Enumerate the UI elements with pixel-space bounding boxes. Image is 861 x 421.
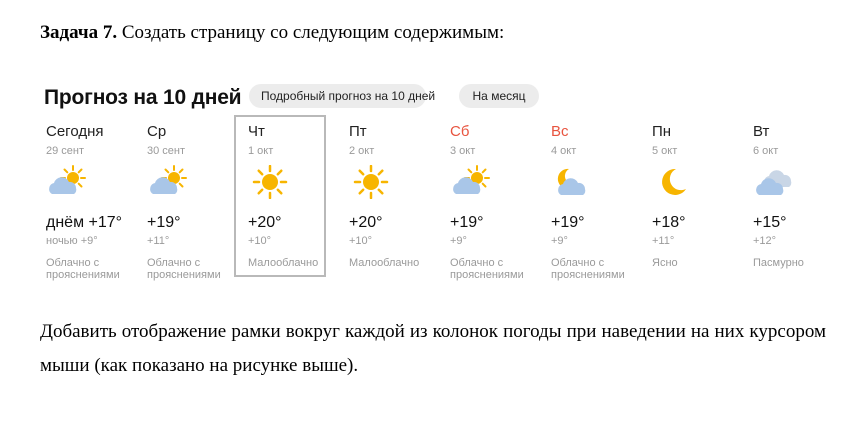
night-temperature: +9° [551, 235, 568, 247]
detailed-forecast-button[interactable]: Подробный прогноз на 10 дней [249, 84, 435, 108]
night-temperature: +10° [248, 235, 272, 247]
day-column[interactable]: Вс 4 окт +19° +9° Облачно с прояснениями [537, 115, 629, 281]
day-name: Вс [551, 123, 569, 140]
overcast-icon [753, 165, 797, 199]
day-column[interactable]: Сб 3 окт +19° +9° Облачно с прояснениями [436, 115, 528, 281]
condition-text: Облачно с прояснениями [46, 257, 120, 281]
night-temperature: +12° [753, 235, 777, 247]
day-date: 29 сент [46, 145, 85, 157]
day-date: 4 окт [551, 145, 577, 157]
day-temperature: +19° [551, 214, 585, 231]
moon-cloud-icon [551, 165, 595, 199]
month-button[interactable]: На месяц [459, 84, 539, 108]
day-temperature: днём +17° [46, 214, 123, 231]
forecast-widget: Прогноз на 10 дней Подробный прогноз на … [44, 82, 834, 282]
day-temperature: +20° [248, 214, 282, 231]
day-name: Сб [450, 123, 470, 140]
widget-title: Прогноз на 10 дней [44, 86, 242, 109]
day-name: Чт [248, 123, 265, 140]
condition-text: Малооблачно [248, 257, 319, 269]
day-temperature: +19° [147, 214, 181, 231]
day-name: Вт [753, 123, 770, 140]
night-temperature: +11° [652, 235, 675, 247]
sun-icon [248, 164, 292, 200]
task-text: Создать страницу со следующим содержимым… [121, 22, 505, 43]
day-date: 6 окт [753, 145, 779, 157]
day-temperature: +19° [450, 214, 484, 231]
day-column[interactable]: Вт 6 окт +15° +12° Пасмурно [739, 115, 831, 277]
condition-text: Облачно с прояснениями [147, 257, 221, 281]
day-column[interactable]: Сегодня 29 сент днём +17° ночью +9° Обла… [32, 115, 124, 281]
task-label: Задача 7. [40, 22, 118, 43]
day-column[interactable]: Ср 30 сент +19° +11° Облачно с прояснени… [133, 115, 225, 281]
day-date: 2 окт [349, 145, 375, 157]
day-column[interactable]: Пн 5 окт +18° +11° Ясно [638, 115, 730, 277]
night-temperature: +10° [349, 235, 373, 247]
day-temperature: +15° [753, 214, 787, 231]
day-column[interactable]: Пт 2 окт +20° +10° Малооблачно [335, 115, 427, 277]
condition-text: Малооблачно [349, 257, 420, 269]
moon-icon [652, 165, 696, 199]
night-temperature: +11° [147, 235, 170, 247]
day-name: Ср [147, 123, 167, 140]
day-column[interactable]: Чт 1 окт +20° +10° Малооблачно [234, 115, 326, 277]
condition-text: Ясно [652, 257, 678, 269]
condition-text: Облачно с прояснениями [450, 257, 524, 281]
sun-icon [349, 164, 393, 200]
condition-text: Облачно с прояснениями [551, 257, 625, 281]
day-date: 5 окт [652, 145, 678, 157]
day-temperature: +20° [349, 214, 383, 231]
day-date: 1 окт [248, 145, 274, 157]
day-name: Сегодня [46, 123, 104, 140]
condition-text: Пасмурно [753, 257, 804, 269]
partly-cloudy-icon [147, 165, 191, 199]
partly-cloudy-icon [46, 165, 90, 199]
day-date: 30 сент [147, 145, 186, 157]
night-temperature: ночью +9° [46, 235, 98, 247]
day-name: Пт [349, 123, 367, 140]
task-paragraph: Добавить отображение рамки вокруг каждой… [40, 321, 826, 376]
day-name: Пн [652, 123, 672, 140]
partly-cloudy-icon [450, 165, 494, 199]
day-temperature: +18° [652, 214, 686, 231]
night-temperature: +9° [450, 235, 467, 247]
day-date: 3 окт [450, 145, 476, 157]
task-heading: Задача 7. Создать страницу со следующим … [40, 21, 504, 45]
